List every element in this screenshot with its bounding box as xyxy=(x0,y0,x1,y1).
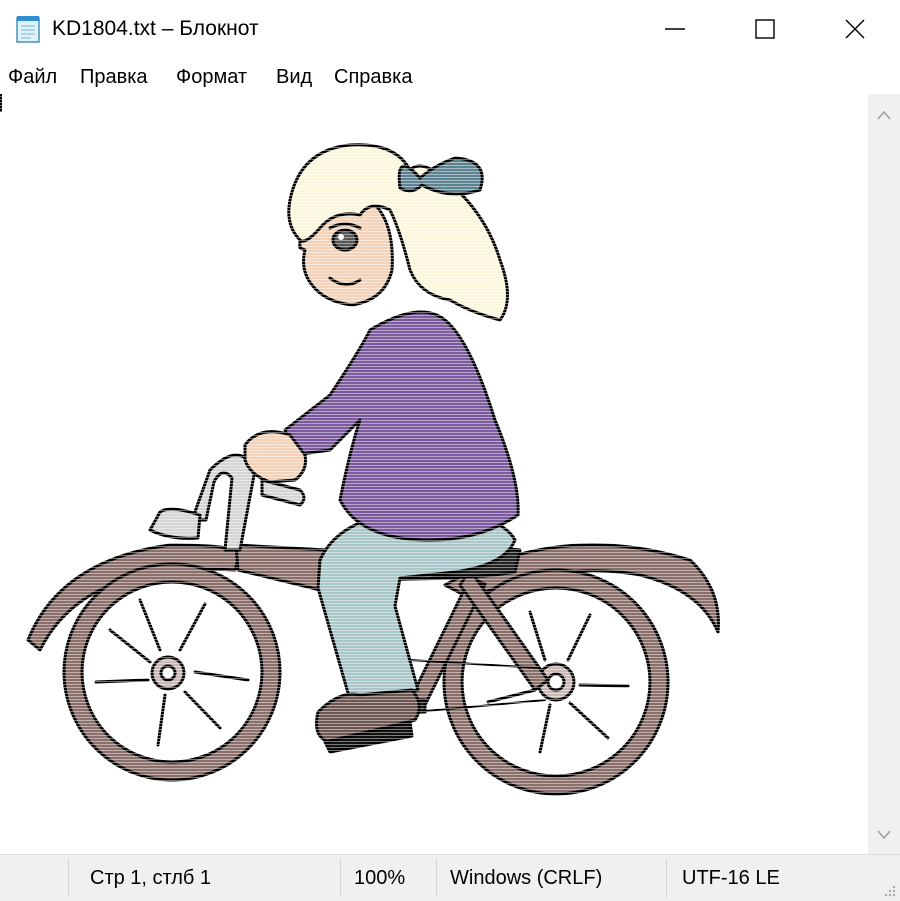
chevron-down-icon xyxy=(877,830,891,840)
menu-view[interactable]: Вид xyxy=(276,64,312,90)
chevron-up-icon xyxy=(877,110,891,120)
status-encoding: UTF-16 LE xyxy=(682,867,780,889)
text-editor-area[interactable] xyxy=(0,94,868,854)
status-bar: Стр 1, стлб 1 100% Windows (CRLF) UTF-16… xyxy=(0,854,900,901)
scroll-down-button[interactable] xyxy=(868,818,900,852)
status-separator xyxy=(666,859,667,897)
status-line-ending: Windows (CRLF) xyxy=(450,867,603,889)
menu-help[interactable]: Справка xyxy=(334,64,412,90)
sweater xyxy=(283,310,520,542)
minimize-button[interactable] xyxy=(630,0,720,58)
eye xyxy=(331,228,359,252)
status-separator xyxy=(68,859,69,897)
menu-edit[interactable]: Правка xyxy=(80,64,148,90)
notepad-icon xyxy=(16,16,40,43)
menu-file[interactable]: Файл xyxy=(8,64,57,90)
resize-grip-icon[interactable] xyxy=(882,883,896,897)
close-icon xyxy=(845,19,865,39)
handlebar xyxy=(190,453,257,552)
maximize-icon xyxy=(755,19,775,39)
scroll-up-button[interactable] xyxy=(868,98,900,132)
window-title: KD1804.txt – Блокнот xyxy=(52,17,259,40)
status-separator xyxy=(340,859,341,897)
title-bar: KD1804.txt – Блокнот xyxy=(0,0,900,60)
hair-bow xyxy=(397,156,484,196)
maximize-button[interactable] xyxy=(720,0,810,58)
minimize-icon xyxy=(665,28,685,30)
vertical-scrollbar[interactable] xyxy=(868,94,900,854)
menu-format[interactable]: Формат xyxy=(176,64,247,90)
menu-bar: Файл Правка Формат Вид Справка xyxy=(0,62,900,94)
girl-riding-bicycle-illustration xyxy=(0,94,868,854)
status-cursor-position: Стр 1, стлб 1 xyxy=(90,867,212,889)
status-separator xyxy=(436,859,437,897)
close-button[interactable] xyxy=(810,0,900,58)
status-zoom: 100% xyxy=(354,867,406,889)
